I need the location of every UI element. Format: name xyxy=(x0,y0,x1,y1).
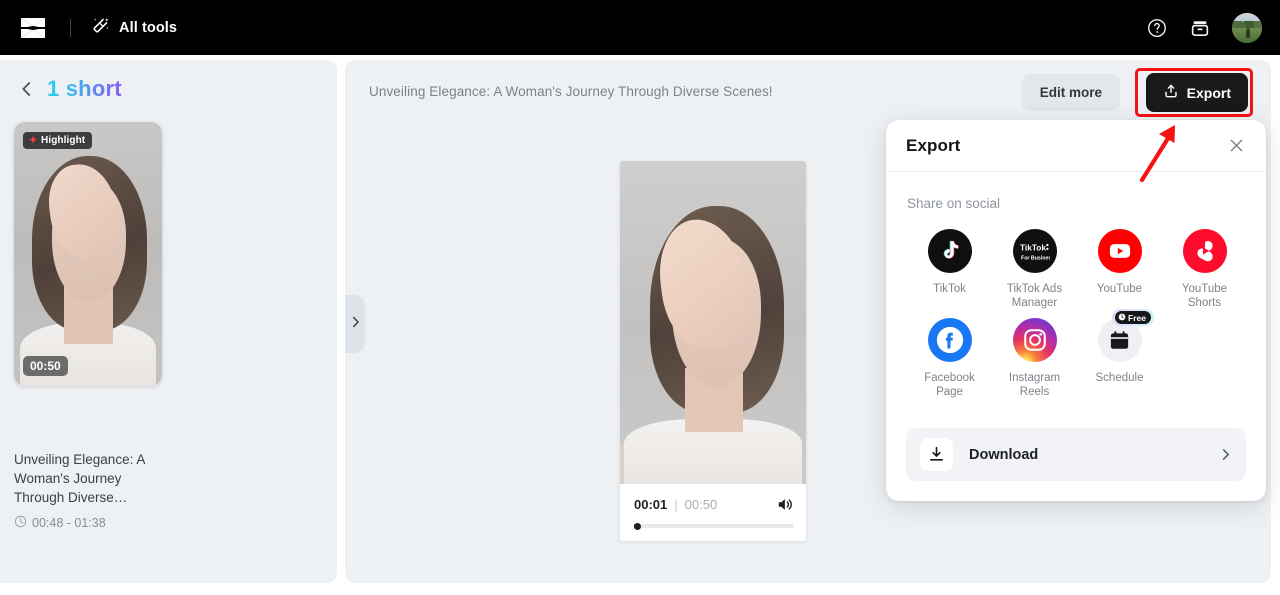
player-controls: 00:01 | 00:50 xyxy=(620,484,806,541)
help-circle-icon[interactable] xyxy=(1146,17,1168,39)
all-tools-label: All tools xyxy=(119,19,178,36)
youtube-shorts-icon xyxy=(1182,229,1227,273)
clock-small-icon xyxy=(1118,313,1126,323)
sidebar-clip-timerange: 00:48 - 01:38 xyxy=(14,515,106,531)
export-dialog-title: Export xyxy=(906,135,961,155)
sidebar-header: 1 short xyxy=(0,60,337,102)
download-icon xyxy=(920,438,953,471)
close-icon[interactable] xyxy=(1227,136,1246,155)
export-button[interactable]: Export xyxy=(1145,73,1248,112)
highlight-badge-label: Highlight xyxy=(41,135,86,146)
clock-icon xyxy=(14,515,27,531)
seek-bar[interactable] xyxy=(634,523,794,530)
social-item-youtube[interactable]: YouTube xyxy=(1077,223,1162,310)
all-tools-button[interactable]: All tools xyxy=(91,16,177,40)
social-label: Schedule xyxy=(1095,372,1144,384)
chevron-right-icon xyxy=(350,315,361,334)
social-label: YouTube Shorts xyxy=(1181,283,1228,309)
volume-icon[interactable] xyxy=(775,495,794,514)
social-item-schedule[interactable]: Free Schedule xyxy=(1077,309,1162,399)
share-section-label: Share on social xyxy=(907,196,1001,211)
social-label: TikTok Ads Manager xyxy=(1006,283,1063,309)
social-label: YouTube xyxy=(1096,283,1143,295)
top-navigation-bar: All tools xyxy=(0,0,1280,55)
social-item-instagram-reels[interactable]: Instagram Reels xyxy=(992,312,1077,399)
highlight-badge: Highlight xyxy=(23,132,93,150)
export-button-label: Export xyxy=(1186,84,1231,101)
instagram-icon xyxy=(1012,318,1057,362)
storage-icon[interactable] xyxy=(1189,17,1211,39)
download-row[interactable]: Download xyxy=(906,428,1246,481)
total-time-label: 00:50 xyxy=(684,497,718,512)
edit-more-button[interactable]: Edit more xyxy=(1021,74,1120,111)
seek-handle[interactable] xyxy=(634,523,642,530)
timerange-label: 00:48 - 01:38 xyxy=(32,516,106,530)
capcut-app-window: All tools 1 short Highlight 00:50 Unveil… xyxy=(0,0,1280,595)
svg-text:TikTok: TikTok xyxy=(1020,242,1046,252)
social-item-youtube-shorts[interactable]: YouTube Shorts xyxy=(1162,223,1247,310)
video-frame[interactable] xyxy=(620,161,806,484)
topbar-actions xyxy=(1146,12,1262,43)
topbar-divider xyxy=(70,18,71,37)
panel-collapse-toggle[interactable] xyxy=(345,295,365,353)
social-share-grid: TikTok TikTok For Business TikTok Ads Ma… xyxy=(886,211,1266,399)
page-title: 1 short xyxy=(47,76,122,101)
short-thumbnail-card[interactable]: Highlight 00:50 xyxy=(14,122,162,386)
tiktok-icon xyxy=(927,229,972,273)
current-time-label: 00:01 xyxy=(634,497,668,512)
video-player[interactable]: 00:01 | 00:50 xyxy=(620,161,806,541)
download-label: Download xyxy=(969,446,1039,463)
capcut-logo[interactable] xyxy=(18,15,48,41)
thumbnail-image xyxy=(14,122,162,386)
chevron-right-icon xyxy=(1219,447,1232,462)
youtube-icon xyxy=(1097,229,1142,273)
time-separator: | xyxy=(674,497,678,512)
facebook-icon xyxy=(927,318,972,362)
social-item-tiktok-ads-manager[interactable]: TikTok For Business TikTok Ads Manager xyxy=(992,223,1077,310)
export-dialog-header: Export xyxy=(886,120,1266,172)
social-label: TikTok xyxy=(933,283,966,295)
duration-badge: 00:50 xyxy=(23,356,68,376)
social-item-facebook-page[interactable]: Facebook Page xyxy=(907,312,992,399)
back-chevron-icon[interactable] xyxy=(16,78,38,100)
user-avatar[interactable] xyxy=(1232,12,1262,43)
magic-wand-icon xyxy=(91,16,110,40)
export-dialog: Export Share on social TikTok TikTok For… xyxy=(886,120,1266,501)
video-title: Unveiling Elegance: A Woman's Journey Th… xyxy=(369,84,773,99)
social-item-tiktok[interactable]: TikTok xyxy=(907,223,992,310)
social-label: Facebook Page xyxy=(924,372,975,398)
sparkle-icon xyxy=(28,132,38,150)
free-badge-label: Free xyxy=(1128,312,1146,323)
sidebar-clip-title: Unveiling Elegance: A Woman's Journey Th… xyxy=(14,452,145,505)
avatar-person xyxy=(1245,28,1251,39)
social-label: Instagram Reels xyxy=(1008,372,1061,398)
shorts-sidebar: 1 short Highlight 00:50 Unveiling Elegan… xyxy=(0,60,337,583)
svg-text:For Business: For Business xyxy=(1021,255,1050,260)
tiktok-ads-manager-icon: TikTok For Business xyxy=(1012,229,1057,273)
upload-icon xyxy=(1163,83,1179,102)
free-badge: Free xyxy=(1112,309,1154,326)
